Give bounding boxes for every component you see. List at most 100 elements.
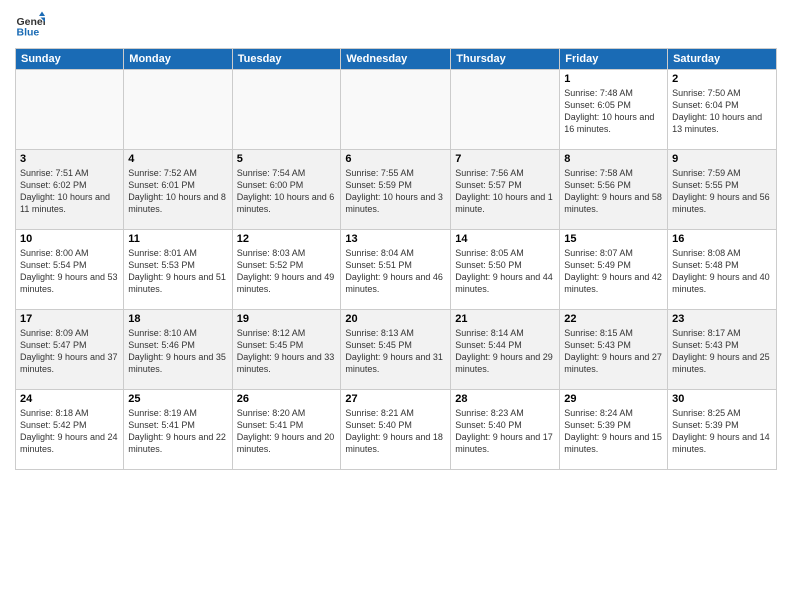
calendar-cell: 12 Sunrise: 8:03 AMSunset: 5:52 PMDayligh… bbox=[232, 230, 341, 310]
calendar-cell bbox=[232, 70, 341, 150]
day-info: Sunrise: 7:51 AMSunset: 6:02 PMDaylight:… bbox=[20, 167, 119, 216]
day-number: 10 bbox=[20, 233, 119, 245]
day-info: Sunrise: 7:52 AMSunset: 6:01 PMDaylight:… bbox=[128, 167, 227, 216]
calendar-cell bbox=[124, 70, 232, 150]
weekday-header-saturday: Saturday bbox=[668, 49, 777, 70]
week-row-4: 17 Sunrise: 8:09 AMSunset: 5:47 PMDayligh… bbox=[16, 310, 777, 390]
weekday-header-wednesday: Wednesday bbox=[341, 49, 451, 70]
day-number: 27 bbox=[345, 393, 446, 405]
day-info: Sunrise: 8:24 AMSunset: 5:39 PMDaylight:… bbox=[564, 407, 663, 456]
day-info: Sunrise: 8:09 AMSunset: 5:47 PMDaylight:… bbox=[20, 327, 119, 376]
day-number: 19 bbox=[237, 313, 337, 325]
calendar-cell: 24 Sunrise: 8:18 AMSunset: 5:42 PMDayligh… bbox=[16, 390, 124, 470]
day-number: 14 bbox=[455, 233, 555, 245]
calendar-cell: 14 Sunrise: 8:05 AMSunset: 5:50 PMDayligh… bbox=[451, 230, 560, 310]
calendar-cell: 30 Sunrise: 8:25 AMSunset: 5:39 PMDayligh… bbox=[668, 390, 777, 470]
day-number: 21 bbox=[455, 313, 555, 325]
day-info: Sunrise: 8:01 AMSunset: 5:53 PMDaylight:… bbox=[128, 247, 227, 296]
day-info: Sunrise: 8:18 AMSunset: 5:42 PMDaylight:… bbox=[20, 407, 119, 456]
day-number: 25 bbox=[128, 393, 227, 405]
day-info: Sunrise: 8:13 AMSunset: 5:45 PMDaylight:… bbox=[345, 327, 446, 376]
calendar-cell: 10 Sunrise: 8:00 AMSunset: 5:54 PMDayligh… bbox=[16, 230, 124, 310]
day-number: 23 bbox=[672, 313, 772, 325]
calendar-cell: 9 Sunrise: 7:59 AMSunset: 5:55 PMDaylight… bbox=[668, 150, 777, 230]
day-info: Sunrise: 8:19 AMSunset: 5:41 PMDaylight:… bbox=[128, 407, 227, 456]
day-info: Sunrise: 8:04 AMSunset: 5:51 PMDaylight:… bbox=[345, 247, 446, 296]
calendar-cell: 4 Sunrise: 7:52 AMSunset: 6:01 PMDaylight… bbox=[124, 150, 232, 230]
day-info: Sunrise: 7:48 AMSunset: 6:05 PMDaylight:… bbox=[564, 87, 663, 136]
day-info: Sunrise: 7:56 AMSunset: 5:57 PMDaylight:… bbox=[455, 167, 555, 216]
day-number: 13 bbox=[345, 233, 446, 245]
header: General Blue bbox=[15, 10, 777, 40]
day-info: Sunrise: 8:20 AMSunset: 5:41 PMDaylight:… bbox=[237, 407, 337, 456]
calendar-cell bbox=[451, 70, 560, 150]
day-number: 16 bbox=[672, 233, 772, 245]
day-info: Sunrise: 8:25 AMSunset: 5:39 PMDaylight:… bbox=[672, 407, 772, 456]
day-number: 12 bbox=[237, 233, 337, 245]
day-info: Sunrise: 8:14 AMSunset: 5:44 PMDaylight:… bbox=[455, 327, 555, 376]
week-row-1: 1 Sunrise: 7:48 AMSunset: 6:05 PMDaylight… bbox=[16, 70, 777, 150]
calendar-cell: 5 Sunrise: 7:54 AMSunset: 6:00 PMDaylight… bbox=[232, 150, 341, 230]
day-info: Sunrise: 8:03 AMSunset: 5:52 PMDaylight:… bbox=[237, 247, 337, 296]
week-row-2: 3 Sunrise: 7:51 AMSunset: 6:02 PMDaylight… bbox=[16, 150, 777, 230]
day-info: Sunrise: 8:05 AMSunset: 5:50 PMDaylight:… bbox=[455, 247, 555, 296]
calendar-cell: 17 Sunrise: 8:09 AMSunset: 5:47 PMDayligh… bbox=[16, 310, 124, 390]
day-number: 15 bbox=[564, 233, 663, 245]
day-number: 30 bbox=[672, 393, 772, 405]
calendar-cell: 15 Sunrise: 8:07 AMSunset: 5:49 PMDayligh… bbox=[560, 230, 668, 310]
day-info: Sunrise: 8:00 AMSunset: 5:54 PMDaylight:… bbox=[20, 247, 119, 296]
day-info: Sunrise: 8:07 AMSunset: 5:49 PMDaylight:… bbox=[564, 247, 663, 296]
day-info: Sunrise: 8:12 AMSunset: 5:45 PMDaylight:… bbox=[237, 327, 337, 376]
calendar-cell: 19 Sunrise: 8:12 AMSunset: 5:45 PMDayligh… bbox=[232, 310, 341, 390]
calendar-cell: 28Sunrise: 8:23 AMSunset: 5:40 PMDayligh… bbox=[451, 390, 560, 470]
day-number: 11 bbox=[128, 233, 227, 245]
day-number: 2 bbox=[672, 73, 772, 85]
calendar-cell: 20 Sunrise: 8:13 AMSunset: 5:45 PMDayligh… bbox=[341, 310, 451, 390]
calendar-cell: 8 Sunrise: 7:58 AMSunset: 5:56 PMDaylight… bbox=[560, 150, 668, 230]
day-number: 5 bbox=[237, 153, 337, 165]
day-info: Sunrise: 7:54 AMSunset: 6:00 PMDaylight:… bbox=[237, 167, 337, 216]
day-number: 3 bbox=[20, 153, 119, 165]
day-info: Sunrise: 7:59 AMSunset: 5:55 PMDaylight:… bbox=[672, 167, 772, 216]
calendar-cell: 29 Sunrise: 8:24 AMSunset: 5:39 PMDayligh… bbox=[560, 390, 668, 470]
day-number: 29 bbox=[564, 393, 663, 405]
calendar-cell: 26 Sunrise: 8:20 AMSunset: 5:41 PMDayligh… bbox=[232, 390, 341, 470]
day-number: 17 bbox=[20, 313, 119, 325]
weekday-header-row: SundayMondayTuesdayWednesdayThursdayFrid… bbox=[16, 49, 777, 70]
weekday-header-sunday: Sunday bbox=[16, 49, 124, 70]
logo: General Blue bbox=[15, 10, 45, 40]
day-number: 4 bbox=[128, 153, 227, 165]
logo-icon: General Blue bbox=[15, 10, 45, 40]
calendar-cell: 18 Sunrise: 8:10 AMSunset: 5:46 PMDayligh… bbox=[124, 310, 232, 390]
day-number: 22 bbox=[564, 313, 663, 325]
weekday-header-monday: Monday bbox=[124, 49, 232, 70]
day-number: 18 bbox=[128, 313, 227, 325]
day-number: 7 bbox=[455, 153, 555, 165]
weekday-header-friday: Friday bbox=[560, 49, 668, 70]
day-number: 26 bbox=[237, 393, 337, 405]
day-number: 1 bbox=[564, 73, 663, 85]
day-info: Sunrise: 8:10 AMSunset: 5:46 PMDaylight:… bbox=[128, 327, 227, 376]
calendar-cell bbox=[341, 70, 451, 150]
calendar-cell: 3 Sunrise: 7:51 AMSunset: 6:02 PMDaylight… bbox=[16, 150, 124, 230]
day-number: 28 bbox=[455, 393, 555, 405]
calendar-cell: 27 Sunrise: 8:21 AMSunset: 5:40 PMDayligh… bbox=[341, 390, 451, 470]
day-info: Sunrise: 7:58 AMSunset: 5:56 PMDaylight:… bbox=[564, 167, 663, 216]
day-number: 6 bbox=[345, 153, 446, 165]
calendar-table: SundayMondayTuesdayWednesdayThursdayFrid… bbox=[15, 48, 777, 470]
calendar-cell: 21 Sunrise: 8:14 AMSunset: 5:44 PMDayligh… bbox=[451, 310, 560, 390]
day-info: Sunrise: 8:21 AMSunset: 5:40 PMDaylight:… bbox=[345, 407, 446, 456]
day-number: 20 bbox=[345, 313, 446, 325]
calendar-cell: 7 Sunrise: 7:56 AMSunset: 5:57 PMDaylight… bbox=[451, 150, 560, 230]
day-number: 24 bbox=[20, 393, 119, 405]
calendar-cell: 22 Sunrise: 8:15 AMSunset: 5:43 PMDayligh… bbox=[560, 310, 668, 390]
day-info: Sunrise: 8:17 AMSunset: 5:43 PMDaylight:… bbox=[672, 327, 772, 376]
weekday-header-tuesday: Tuesday bbox=[232, 49, 341, 70]
day-number: 9 bbox=[672, 153, 772, 165]
calendar-cell: 25 Sunrise: 8:19 AMSunset: 5:41 PMDayligh… bbox=[124, 390, 232, 470]
calendar-cell: 23 Sunrise: 8:17 AMSunset: 5:43 PMDayligh… bbox=[668, 310, 777, 390]
day-number: 8 bbox=[564, 153, 663, 165]
week-row-3: 10 Sunrise: 8:00 AMSunset: 5:54 PMDayligh… bbox=[16, 230, 777, 310]
day-info: Sunrise: 8:15 AMSunset: 5:43 PMDaylight:… bbox=[564, 327, 663, 376]
calendar-cell: 6Sunrise: 7:55 AMSunset: 5:59 PMDaylight… bbox=[341, 150, 451, 230]
